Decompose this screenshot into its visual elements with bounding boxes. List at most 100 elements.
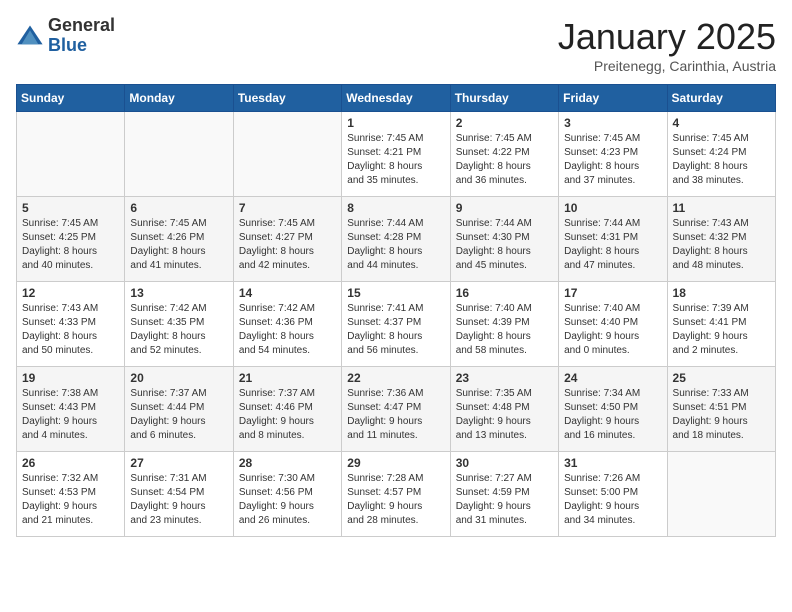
day-info: Sunrise: 7:41 AM Sunset: 4:37 PM Dayligh… <box>347 302 444 358</box>
calendar-week-2: 5Sunrise: 7:45 AM Sunset: 4:25 PM Daylig… <box>17 197 776 282</box>
day-number: 21 <box>239 371 336 385</box>
logo: General Blue <box>16 16 115 56</box>
calendar-cell: 29Sunrise: 7:28 AM Sunset: 4:57 PM Dayli… <box>342 452 450 537</box>
day-number: 5 <box>22 201 119 215</box>
calendar-cell: 7 Sunrise: 7:45 AM Sunset: 4:27 PM Daylig… <box>233 197 341 282</box>
calendar-cell: 23Sunrise: 7:35 AM Sunset: 4:48 PM Dayli… <box>450 367 558 452</box>
day-info: Sunrise: 7:44 AM Sunset: 4:30 PM Dayligh… <box>456 217 553 273</box>
calendar-table: SundayMondayTuesdayWednesdayThursdayFrid… <box>16 84 776 537</box>
day-number: 10 <box>564 201 661 215</box>
day-number: 27 <box>130 456 227 470</box>
title-block: January 2025 Preitenegg, Carinthia, Aust… <box>558 16 776 74</box>
day-info: Sunrise: 7:40 AM Sunset: 4:39 PM Dayligh… <box>456 302 553 358</box>
day-info: Sunrise: 7:30 AM Sunset: 4:56 PM Dayligh… <box>239 472 336 528</box>
calendar-cell: 17Sunrise: 7:40 AM Sunset: 4:40 PM Dayli… <box>559 282 667 367</box>
day-info: Sunrise: 7:45 AM Sunset: 4:22 PM Dayligh… <box>456 132 553 188</box>
day-info: Sunrise: 7:42 AM Sunset: 4:35 PM Dayligh… <box>130 302 227 358</box>
day-info: Sunrise: 7:45 AM Sunset: 4:21 PM Dayligh… <box>347 132 444 188</box>
day-info: Sunrise: 7:36 AM Sunset: 4:47 PM Dayligh… <box>347 387 444 443</box>
calendar-cell: 30Sunrise: 7:27 AM Sunset: 4:59 PM Dayli… <box>450 452 558 537</box>
day-number: 7 <box>239 201 336 215</box>
day-number: 8 <box>347 201 444 215</box>
day-info: Sunrise: 7:45 AM Sunset: 4:24 PM Dayligh… <box>673 132 770 188</box>
day-number: 6 <box>130 201 227 215</box>
day-number: 23 <box>456 371 553 385</box>
calendar-subtitle: Preitenegg, Carinthia, Austria <box>558 58 776 74</box>
day-info: Sunrise: 7:31 AM Sunset: 4:54 PM Dayligh… <box>130 472 227 528</box>
calendar-week-5: 26Sunrise: 7:32 AM Sunset: 4:53 PM Dayli… <box>17 452 776 537</box>
day-number: 18 <box>673 286 770 300</box>
day-info: Sunrise: 7:26 AM Sunset: 5:00 PM Dayligh… <box>564 472 661 528</box>
calendar-cell: 2 Sunrise: 7:45 AM Sunset: 4:22 PM Daylig… <box>450 112 558 197</box>
calendar-cell: 22 Sunrise: 7:36 AM Sunset: 4:47 PM Dayli… <box>342 367 450 452</box>
day-info: Sunrise: 7:45 AM Sunset: 4:26 PM Dayligh… <box>130 217 227 273</box>
weekday-header-sunday: Sunday <box>17 85 125 112</box>
day-info: Sunrise: 7:37 AM Sunset: 4:44 PM Dayligh… <box>130 387 227 443</box>
calendar-cell: 12Sunrise: 7:43 AM Sunset: 4:33 PM Dayli… <box>17 282 125 367</box>
calendar-cell: 15 Sunrise: 7:41 AM Sunset: 4:37 PM Dayli… <box>342 282 450 367</box>
day-number: 2 <box>456 116 553 130</box>
weekday-header-thursday: Thursday <box>450 85 558 112</box>
day-number: 9 <box>456 201 553 215</box>
weekday-header-wednesday: Wednesday <box>342 85 450 112</box>
calendar-body: 1Sunrise: 7:45 AM Sunset: 4:21 PM Daylig… <box>17 112 776 537</box>
calendar-cell: 5Sunrise: 7:45 AM Sunset: 4:25 PM Daylig… <box>17 197 125 282</box>
calendar-cell: 26Sunrise: 7:32 AM Sunset: 4:53 PM Dayli… <box>17 452 125 537</box>
day-info: Sunrise: 7:34 AM Sunset: 4:50 PM Dayligh… <box>564 387 661 443</box>
day-number: 31 <box>564 456 661 470</box>
logo-general-text: General <box>48 16 115 36</box>
day-info: Sunrise: 7:38 AM Sunset: 4:43 PM Dayligh… <box>22 387 119 443</box>
logo-icon <box>16 22 44 50</box>
day-info: Sunrise: 7:43 AM Sunset: 4:32 PM Dayligh… <box>673 217 770 273</box>
day-info: Sunrise: 7:45 AM Sunset: 4:27 PM Dayligh… <box>239 217 336 273</box>
day-number: 28 <box>239 456 336 470</box>
day-number: 16 <box>456 286 553 300</box>
day-info: Sunrise: 7:33 AM Sunset: 4:51 PM Dayligh… <box>673 387 770 443</box>
weekday-header-monday: Monday <box>125 85 233 112</box>
calendar-cell: 8 Sunrise: 7:44 AM Sunset: 4:28 PM Daylig… <box>342 197 450 282</box>
day-number: 17 <box>564 286 661 300</box>
calendar-cell: 9 Sunrise: 7:44 AM Sunset: 4:30 PM Daylig… <box>450 197 558 282</box>
weekday-header-friday: Friday <box>559 85 667 112</box>
day-number: 14 <box>239 286 336 300</box>
weekday-header-row: SundayMondayTuesdayWednesdayThursdayFrid… <box>17 85 776 112</box>
day-number: 22 <box>347 371 444 385</box>
day-info: Sunrise: 7:39 AM Sunset: 4:41 PM Dayligh… <box>673 302 770 358</box>
calendar-week-1: 1Sunrise: 7:45 AM Sunset: 4:21 PM Daylig… <box>17 112 776 197</box>
calendar-week-3: 12Sunrise: 7:43 AM Sunset: 4:33 PM Dayli… <box>17 282 776 367</box>
day-info: Sunrise: 7:28 AM Sunset: 4:57 PM Dayligh… <box>347 472 444 528</box>
day-number: 26 <box>22 456 119 470</box>
day-number: 25 <box>673 371 770 385</box>
calendar-cell: 25 Sunrise: 7:33 AM Sunset: 4:51 PM Dayli… <box>667 367 775 452</box>
calendar-cell: 10 Sunrise: 7:44 AM Sunset: 4:31 PM Dayli… <box>559 197 667 282</box>
calendar-header: SundayMondayTuesdayWednesdayThursdayFrid… <box>17 85 776 112</box>
day-info: Sunrise: 7:43 AM Sunset: 4:33 PM Dayligh… <box>22 302 119 358</box>
page-header: General Blue January 2025 Preitenegg, Ca… <box>16 16 776 74</box>
calendar-cell: 19 Sunrise: 7:38 AM Sunset: 4:43 PM Dayli… <box>17 367 125 452</box>
weekday-header-tuesday: Tuesday <box>233 85 341 112</box>
day-number: 20 <box>130 371 227 385</box>
day-info: Sunrise: 7:44 AM Sunset: 4:28 PM Dayligh… <box>347 217 444 273</box>
calendar-cell: 24 Sunrise: 7:34 AM Sunset: 4:50 PM Dayli… <box>559 367 667 452</box>
calendar-cell: 18 Sunrise: 7:39 AM Sunset: 4:41 PM Dayli… <box>667 282 775 367</box>
day-info: Sunrise: 7:27 AM Sunset: 4:59 PM Dayligh… <box>456 472 553 528</box>
day-number: 24 <box>564 371 661 385</box>
day-number: 19 <box>22 371 119 385</box>
day-number: 13 <box>130 286 227 300</box>
day-info: Sunrise: 7:44 AM Sunset: 4:31 PM Dayligh… <box>564 217 661 273</box>
calendar-week-4: 19 Sunrise: 7:38 AM Sunset: 4:43 PM Dayli… <box>17 367 776 452</box>
calendar-cell <box>17 112 125 197</box>
day-number: 15 <box>347 286 444 300</box>
calendar-cell: 28 Sunrise: 7:30 AM Sunset: 4:56 PM Dayli… <box>233 452 341 537</box>
calendar-cell <box>233 112 341 197</box>
calendar-cell: 31 Sunrise: 7:26 AM Sunset: 5:00 PM Dayli… <box>559 452 667 537</box>
logo-blue-text: Blue <box>48 36 115 56</box>
calendar-cell: 16 Sunrise: 7:40 AM Sunset: 4:39 PM Dayli… <box>450 282 558 367</box>
calendar-cell: 11Sunrise: 7:43 AM Sunset: 4:32 PM Dayli… <box>667 197 775 282</box>
day-info: Sunrise: 7:42 AM Sunset: 4:36 PM Dayligh… <box>239 302 336 358</box>
calendar-cell: 3Sunrise: 7:45 AM Sunset: 4:23 PM Daylig… <box>559 112 667 197</box>
calendar-cell: 13 Sunrise: 7:42 AM Sunset: 4:35 PM Dayli… <box>125 282 233 367</box>
calendar-cell: 6 Sunrise: 7:45 AM Sunset: 4:26 PM Daylig… <box>125 197 233 282</box>
day-info: Sunrise: 7:37 AM Sunset: 4:46 PM Dayligh… <box>239 387 336 443</box>
day-info: Sunrise: 7:45 AM Sunset: 4:23 PM Dayligh… <box>564 132 661 188</box>
